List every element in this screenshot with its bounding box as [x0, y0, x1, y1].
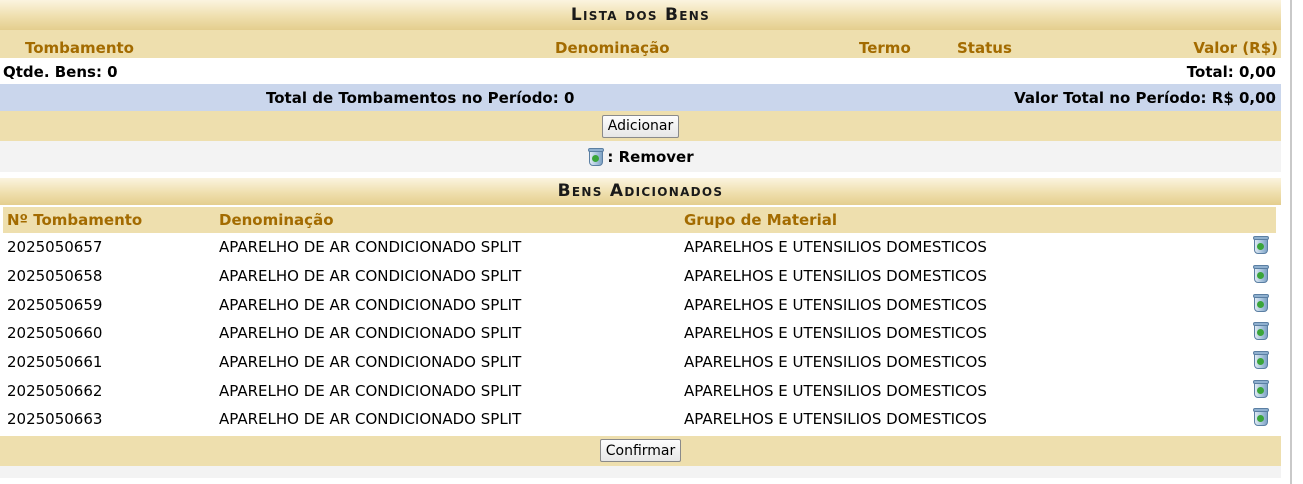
cell-denominacao: APARELHO DE AR CONDICIONADO SPLIT: [219, 267, 522, 286]
cell-action: [1232, 376, 1276, 405]
page: Lista dos Bens Tombamento Denominação Te…: [0, 0, 1281, 478]
cell-numero: 2025050658: [7, 267, 103, 286]
col-valor: Valor (R$): [1193, 39, 1278, 57]
remove-trash-icon[interactable]: [1252, 407, 1270, 427]
col-actions: [1232, 207, 1276, 233]
cell-grupo: APARELHOS E UTENSILIOS DOMESTICOS: [684, 381, 987, 400]
remove-trash-icon[interactable]: [1252, 379, 1270, 399]
col-numero-tombamento: Nº Tombamento: [7, 211, 143, 229]
bens-adicionados-table: Nº Tombamento Denominação Grupo de Mater…: [3, 207, 1276, 434]
cell-action: [1232, 262, 1276, 291]
table-row: 2025050662 APARELHO DE AR CONDICIONADO S…: [3, 376, 1276, 405]
cell-denominacao: APARELHO DE AR CONDICIONADO SPLIT: [219, 238, 522, 257]
total-valor: Total: 0,00: [1186, 63, 1276, 81]
cell-numero: 2025050659: [7, 295, 103, 314]
table-row: 2025050657 APARELHO DE AR CONDICIONADO S…: [3, 233, 1276, 262]
periodo-totals-row: Total de Tombamentos no Período: 0 Valor…: [0, 84, 1281, 111]
table-row: 2025050663 APARELHO DE AR CONDICIONADO S…: [3, 405, 1276, 434]
remove-trash-icon[interactable]: [1252, 235, 1270, 255]
col-grupo-material: Grupo de Material: [684, 211, 837, 229]
cell-action: [1232, 405, 1276, 434]
qtde-bens: Qtde. Bens: 0: [3, 63, 118, 81]
remove-trash-icon[interactable]: [1252, 293, 1270, 313]
cell-numero: 2025050661: [7, 353, 103, 372]
cell-denominacao: APARELHO DE AR CONDICIONADO SPLIT: [219, 295, 522, 314]
cell-action: [1232, 290, 1276, 319]
confirmar-row: Confirmar: [0, 435, 1281, 466]
col-status: Status: [957, 39, 1012, 57]
total-tombamentos: Total de Tombamentos no Período: 0: [266, 89, 575, 107]
adicionar-row: Adicionar: [0, 111, 1281, 141]
bottom-spacer: [0, 465, 1281, 478]
cell-denominacao: APARELHO DE AR CONDICIONADO SPLIT: [219, 410, 522, 429]
table-row: 2025050659 APARELHO DE AR CONDICIONADO S…: [3, 290, 1276, 319]
col-denominacao: Denominação: [555, 39, 670, 57]
table-row: 2025050658 APARELHO DE AR CONDICIONADO S…: [3, 262, 1276, 291]
cell-grupo: APARELHOS E UTENSILIOS DOMESTICOS: [684, 295, 987, 314]
cell-denominacao: APARELHO DE AR CONDICIONADO SPLIT: [219, 324, 522, 343]
trash-icon: [587, 147, 605, 167]
cell-numero: 2025050657: [7, 238, 103, 257]
legend: : Remover: [0, 141, 1281, 172]
table-row: 2025050660 APARELHO DE AR CONDICIONADO S…: [3, 319, 1276, 348]
cell-numero: 2025050660: [7, 324, 103, 343]
remove-trash-icon[interactable]: [1252, 350, 1270, 370]
valor-total-periodo: Valor Total no Período: R$ 0,00: [1014, 89, 1276, 107]
cell-denominacao: APARELHO DE AR CONDICIONADO SPLIT: [219, 381, 522, 400]
cell-grupo: APARELHOS E UTENSILIOS DOMESTICOS: [684, 267, 987, 286]
col-denominacao: Denominação: [219, 211, 334, 229]
cell-denominacao: APARELHO DE AR CONDICIONADO SPLIT: [219, 353, 522, 372]
bens-adicionados-caption: Bens Adicionados: [0, 178, 1281, 205]
remover-legend-label: : Remover: [607, 147, 694, 166]
cell-action: [1232, 233, 1276, 262]
cell-grupo: APARELHOS E UTENSILIOS DOMESTICOS: [684, 410, 987, 429]
cell-action: [1232, 319, 1276, 348]
table-row: 2025050661 APARELHO DE AR CONDICIONADO S…: [3, 348, 1276, 377]
col-termo: Termo: [859, 39, 911, 57]
cell-numero: 2025050662: [7, 381, 103, 400]
remove-trash-icon[interactable]: [1252, 321, 1270, 341]
cell-grupo: APARELHOS E UTENSILIOS DOMESTICOS: [684, 324, 987, 343]
remove-trash-icon[interactable]: [1252, 264, 1270, 284]
col-tombamento: Tombamento: [25, 39, 134, 57]
table-header-row: Nº Tombamento Denominação Grupo de Mater…: [3, 207, 1276, 233]
lista-bens-header: Tombamento Denominação Termo Status Valo…: [0, 30, 1281, 58]
lista-bens-caption: Lista dos Bens: [0, 0, 1281, 30]
cell-numero: 2025050663: [7, 410, 103, 429]
cell-action: [1232, 348, 1276, 377]
cell-grupo: APARELHOS E UTENSILIOS DOMESTICOS: [684, 353, 987, 372]
confirmar-button[interactable]: Confirmar: [599, 439, 682, 463]
lista-summary-row: Qtde. Bens: 0 Total: 0,00: [0, 58, 1281, 84]
page-border-line: [1290, 0, 1292, 484]
adicionar-button[interactable]: Adicionar: [601, 114, 680, 138]
cell-grupo: APARELHOS E UTENSILIOS DOMESTICOS: [684, 238, 987, 257]
